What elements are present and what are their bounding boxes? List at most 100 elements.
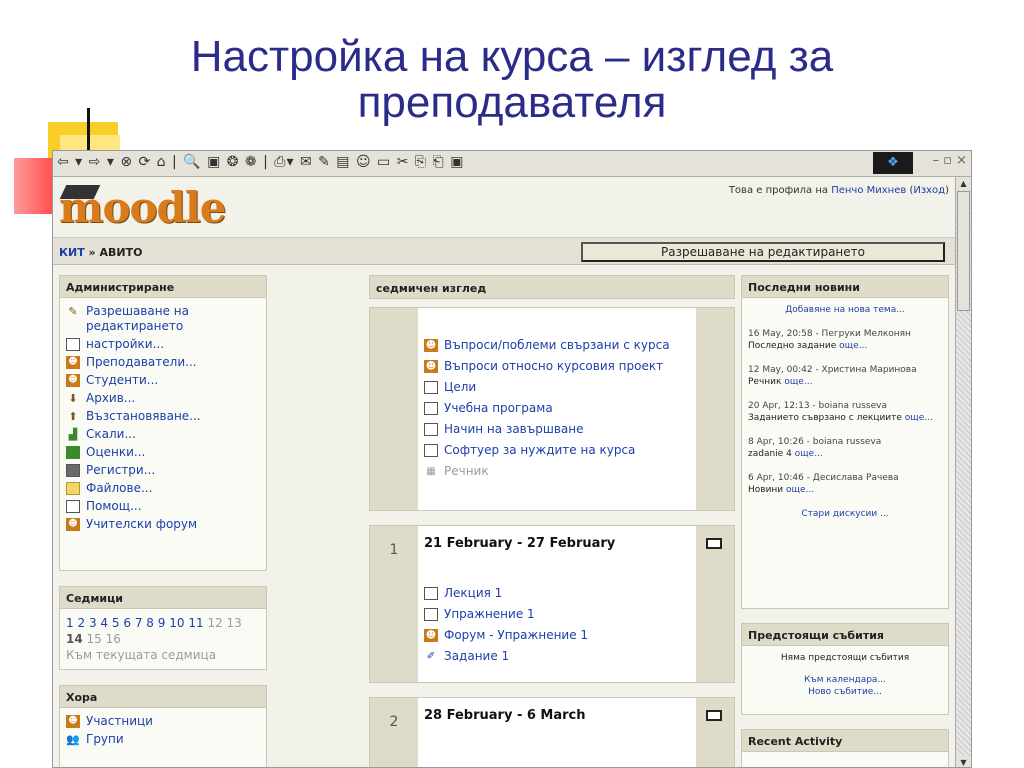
admin-item-students[interactable]: ☻ Студенти...: [66, 373, 260, 388]
week-link[interactable]: 11: [188, 616, 203, 630]
upcoming-events-block: Предстоящи събития Няма предстоящи събит…: [741, 623, 949, 715]
section-number-empty: [370, 308, 418, 510]
admin-item-scales[interactable]: ▟ Скали...: [66, 427, 260, 442]
people-item-participants[interactable]: ☻ Участници: [66, 714, 260, 729]
people-item-groups[interactable]: 👥 Групи: [66, 732, 260, 747]
news-more-link[interactable]: още...: [839, 341, 867, 351]
week-link[interactable]: 7: [135, 616, 143, 630]
show-only-week-icon[interactable]: [706, 538, 722, 549]
course-section-week-1: 1 21 February - 27 February Лекция 1 Упр…: [369, 525, 735, 683]
resource-item[interactable]: Упражнение 1: [424, 607, 690, 622]
window-controls[interactable]: – ▫ ×: [933, 153, 967, 168]
resource-item[interactable]: ☻ Въпроси/поблеми свързани с курса: [424, 338, 690, 353]
user-name-link[interactable]: Пенчо Михнев: [831, 185, 906, 196]
breadcrumb-root-link[interactable]: КИТ: [59, 246, 85, 259]
resource-label: Софтуер за нуждите на курса: [444, 443, 636, 457]
admin-item-settings[interactable]: настройки...: [66, 337, 260, 352]
admin-item-label: Студенти...: [86, 373, 159, 387]
admin-item-label: Разрешаване на редактирането: [86, 304, 189, 333]
weeks-block-body: 1 2 3 4 5 6 7 8 9 10 11 12 13 14 15 16 К…: [60, 609, 266, 669]
admin-item-files[interactable]: Файлове...: [66, 481, 260, 496]
new-event-link[interactable]: Ново събитие...: [748, 686, 942, 698]
week-future: 16: [105, 632, 121, 646]
vertical-scrollbar[interactable]: ▲ ▼: [955, 177, 971, 767]
logout-link[interactable]: Изход: [913, 185, 945, 196]
news-more-link[interactable]: още...: [905, 413, 933, 423]
admin-item-label: Архив...: [86, 391, 136, 405]
moodle-logo[interactable]: moodle: [59, 183, 227, 232]
news-item: 20 Apr, 12:13 - boiana russeva Заданието…: [748, 400, 942, 424]
resource-item[interactable]: Софтуер за нуждите на курса: [424, 443, 690, 458]
user-info-prefix: Това е профила на: [728, 185, 829, 196]
teachers-icon: ☻: [66, 356, 80, 369]
news-more-link[interactable]: още...: [786, 485, 814, 495]
resource-item[interactable]: ☻ Въпроси относно курсовия проект: [424, 359, 690, 374]
scrollbar-thumb[interactable]: [957, 191, 970, 311]
admin-item-teachers[interactable]: ☻ Преподаватели...: [66, 355, 260, 370]
admin-item-grades[interactable]: Оценки...: [66, 445, 260, 460]
week-link[interactable]: 8: [146, 616, 154, 630]
glossary-icon: ▦: [426, 466, 436, 477]
glossary-item[interactable]: ▦ Речник: [424, 464, 690, 479]
latest-news-body: Добавяне на нова тема... 16 May, 20:58 -…: [742, 298, 948, 538]
presentation-slide: Настройка на курса – изглед за преподава…: [0, 0, 1024, 768]
admin-item-label: Оценки...: [86, 445, 146, 459]
turn-editing-on-button[interactable]: Разрешаване на редактирането: [581, 242, 945, 262]
admin-item-label: Учителски форум: [86, 517, 198, 531]
resource-label: Задание 1: [444, 649, 510, 663]
resource-label: Въпроси относно курсовия проект: [444, 359, 664, 373]
browser-toolbar: ⇦ ▾ ⇨ ▾ ⊗ ⟳ ⌂ | 🔍 ▣ ❂ ❁ | ⎙▾ ✉ ✎ ▤ ☺ ▭ ✂…: [53, 151, 971, 177]
help-icon: [66, 500, 80, 513]
show-only-week-icon[interactable]: [706, 710, 722, 721]
resource-label: Лекция 1: [444, 586, 503, 600]
toolbar-icons[interactable]: ⇦ ▾ ⇨ ▾ ⊗ ⟳ ⌂ | 🔍 ▣ ❂ ❁ | ⎙▾ ✉ ✎ ▤ ☺ ▭ ✂…: [57, 154, 464, 170]
week-link[interactable]: 1: [66, 616, 74, 630]
week-link[interactable]: 9: [158, 616, 166, 630]
week-link[interactable]: 2: [77, 616, 85, 630]
news-text: Новини: [748, 485, 784, 495]
current-week-link[interactable]: Към текущата седмица: [66, 647, 260, 663]
people-block-title: Хора: [60, 686, 266, 708]
news-text: Последно задание: [748, 341, 837, 351]
week-link[interactable]: 10: [169, 616, 184, 630]
scroll-up-arrow-icon[interactable]: ▲: [956, 177, 971, 190]
resource-item[interactable]: Цели: [424, 380, 690, 395]
recent-activity-block: Recent Activity: [741, 729, 949, 767]
upcoming-events-body: Няма предстоящи събития Към календара...…: [742, 646, 948, 704]
admin-item-teacher-forum[interactable]: ☻ Учителски форум: [66, 517, 260, 532]
resource-item[interactable]: ☻ Форум - Упражнение 1: [424, 628, 690, 643]
latest-news-title: Последни новини: [742, 276, 948, 298]
news-more-link[interactable]: още...: [784, 377, 812, 387]
moodle-header: moodle Това е профила на Пенчо Михнев (И…: [53, 177, 957, 237]
resource-item[interactable]: ✐ Задание 1: [424, 649, 690, 664]
scales-icon: ▟: [68, 428, 78, 441]
older-topics-link[interactable]: Стари дискусии ...: [748, 508, 942, 520]
week-link[interactable]: 4: [100, 616, 108, 630]
news-item: 12 May, 00:42 - Христина Маринова Речник…: [748, 364, 942, 388]
glossary-label: Речник: [444, 464, 489, 478]
resource-item[interactable]: Лекция 1: [424, 586, 690, 601]
week-link[interactable]: 5: [112, 616, 120, 630]
folder-icon: [66, 482, 80, 495]
admin-item-help[interactable]: Помощ...: [66, 499, 260, 514]
weeks-block: Седмици 1 2 3 4 5 6 7 8 9 10 11 12 13 14…: [59, 586, 267, 670]
admin-item-label: Регистри...: [86, 463, 156, 477]
news-more-link[interactable]: още...: [795, 449, 823, 459]
latest-news-block: Последни новини Добавяне на нова тема...…: [741, 275, 949, 609]
breadcrumb-current: АВИТО: [99, 246, 143, 259]
admin-item-editing[interactable]: ✎ Разрешаване на редактирането: [66, 304, 260, 334]
week-link[interactable]: 3: [89, 616, 97, 630]
forum-icon: ☻: [424, 360, 438, 373]
week-link[interactable]: 6: [123, 616, 131, 630]
calendar-link[interactable]: Към календара...: [748, 674, 942, 686]
add-topic-link[interactable]: Добавяне на нова тема...: [748, 304, 942, 316]
resource-item[interactable]: Учебна програма: [424, 401, 690, 416]
admin-item-label: Възстановяване...: [86, 409, 201, 423]
admin-item-logs[interactable]: Регистри...: [66, 463, 260, 478]
scroll-down-arrow-icon[interactable]: ▼: [956, 756, 971, 767]
document-icon: [424, 423, 438, 436]
admin-item-restore[interactable]: ⬆ Възстановяване...: [66, 409, 260, 424]
admin-item-backup[interactable]: ⬇ Архив...: [66, 391, 260, 406]
week-current: 14: [66, 632, 83, 646]
resource-item[interactable]: Начин на завършване: [424, 422, 690, 437]
